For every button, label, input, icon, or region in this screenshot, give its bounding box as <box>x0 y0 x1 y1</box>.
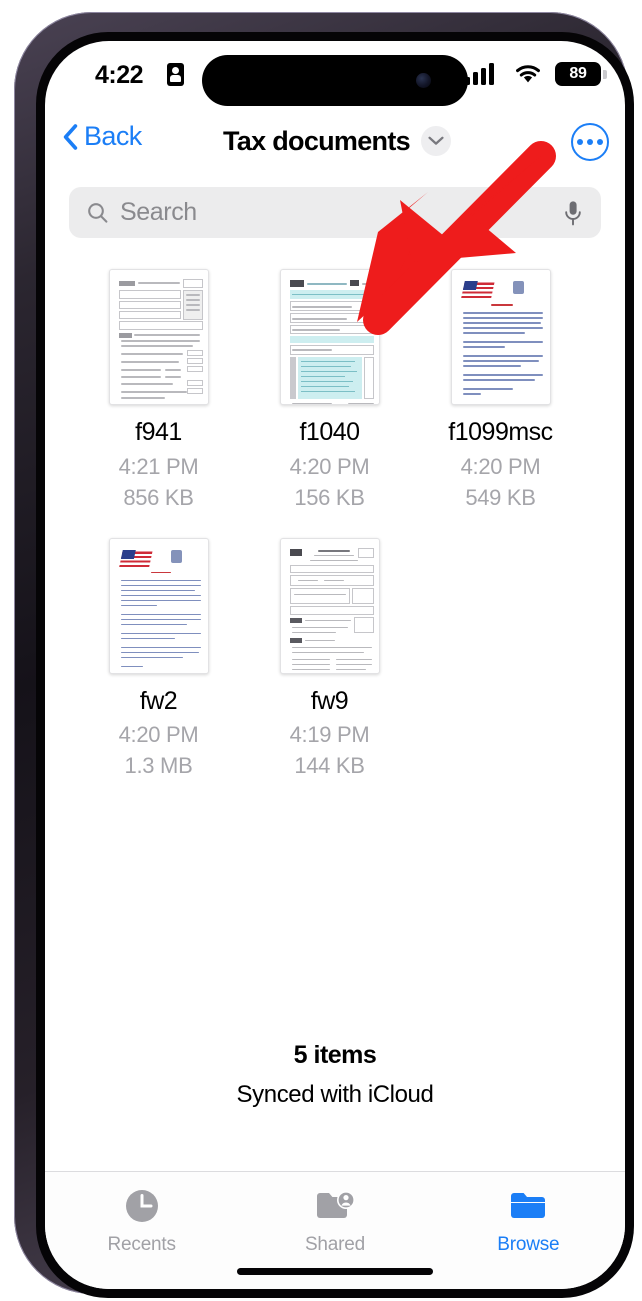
cellular-signal-icon <box>465 63 499 85</box>
file-thumbnail-f1040 <box>279 269 380 405</box>
battery-icon: 89 <box>555 62 601 86</box>
ellipsis-dot <box>597 139 603 145</box>
phone-frame: 4:22 89 Tax documents Back Search f941 4… <box>14 12 634 1298</box>
ellipsis-dot <box>577 139 583 145</box>
file-time: 4:21 PM <box>118 453 199 479</box>
folder-icon <box>506 1186 550 1226</box>
dynamic-island <box>202 55 468 106</box>
file-name: fw9 <box>310 686 349 715</box>
tab-browse[interactable]: Browse <box>432 1186 625 1256</box>
file-name: f1099msc <box>448 418 553 446</box>
home-indicator <box>237 1268 433 1275</box>
file-size: 144 KB <box>294 753 365 778</box>
irs-seal-icon <box>170 549 182 563</box>
search-input[interactable]: Search <box>120 198 197 227</box>
file-name: f1040 <box>299 418 360 446</box>
file-time: 4:20 PM <box>289 453 370 479</box>
us-flag-icon <box>118 549 153 567</box>
file-name: fw2 <box>139 686 178 715</box>
file-thumbnail-fw2 <box>108 537 209 674</box>
tab-label: Browse <box>497 1234 560 1255</box>
file-item[interactable]: f1040 4:20 PM 156 KB <box>244 269 415 511</box>
file-size: 549 KB <box>465 484 536 510</box>
back-label: Back <box>84 121 142 151</box>
file-time: 4:19 PM <box>289 722 370 747</box>
status-bar: 4:22 89 <box>45 41 625 109</box>
chevron-down-icon <box>428 136 444 145</box>
shared-folder-icon <box>313 1186 357 1226</box>
clock-icon <box>120 1186 164 1226</box>
file-time: 4:20 PM <box>460 453 541 479</box>
title-dropdown-button[interactable] <box>420 126 451 156</box>
battery-cap-icon <box>603 70 607 79</box>
battery-level: 89 <box>569 65 587 82</box>
status-time: 4:22 <box>95 61 144 89</box>
tab-recents[interactable]: Recents <box>45 1186 238 1256</box>
file-name: f941 <box>135 418 182 446</box>
navigation-bar: Tax documents Back <box>45 109 625 173</box>
file-time: 4:20 PM <box>118 722 199 747</box>
search-icon <box>88 202 108 223</box>
file-size: 1.3 MB <box>124 753 193 778</box>
id-badge-icon <box>167 63 184 86</box>
file-size: 856 KB <box>123 484 194 510</box>
file-thumbnail-f941 <box>108 269 209 405</box>
front-camera-icon <box>416 73 431 88</box>
file-size: 156 KB <box>294 484 365 510</box>
microphone-icon[interactable] <box>563 200 583 227</box>
wifi-icon <box>516 65 540 83</box>
tab-label: Recents <box>107 1234 177 1255</box>
page-title: Tax documents <box>223 125 411 156</box>
chevron-left-icon <box>63 123 78 150</box>
item-count: 5 items <box>293 1041 377 1069</box>
search-bar[interactable]: Search <box>69 187 601 238</box>
irs-seal-icon <box>512 281 524 294</box>
file-item[interactable]: fw9 4:19 PM 144 KB <box>244 537 415 780</box>
file-item[interactable]: f1099msc 4:20 PM 549 KB <box>415 269 586 511</box>
phone-screen: 4:22 89 Tax documents Back Search f941 4… <box>45 41 625 1289</box>
file-thumbnail-fw9 <box>279 537 380 674</box>
folder-status: 5 items Synced with iCloud <box>45 1041 625 1109</box>
screenshot-stage: 4:22 89 Tax documents Back Search f941 4… <box>0 0 642 1301</box>
more-options-button[interactable] <box>571 123 609 161</box>
us-flag-icon <box>460 281 495 298</box>
file-item[interactable]: fw2 4:20 PM 1.3 MB <box>73 537 244 780</box>
file-item[interactable]: f941 4:21 PM 856 KB <box>73 269 244 511</box>
back-button[interactable]: Back <box>63 121 142 152</box>
ellipsis-dot <box>587 139 593 145</box>
sync-status: Synced with iCloud <box>236 1081 434 1108</box>
tab-label: Shared <box>304 1234 366 1255</box>
file-grid: f941 4:21 PM 856 KB f1040 4:20 PM 156 KB… <box>73 269 603 806</box>
file-thumbnail-f1099msc <box>450 269 551 405</box>
tab-shared[interactable]: Shared <box>238 1186 431 1256</box>
